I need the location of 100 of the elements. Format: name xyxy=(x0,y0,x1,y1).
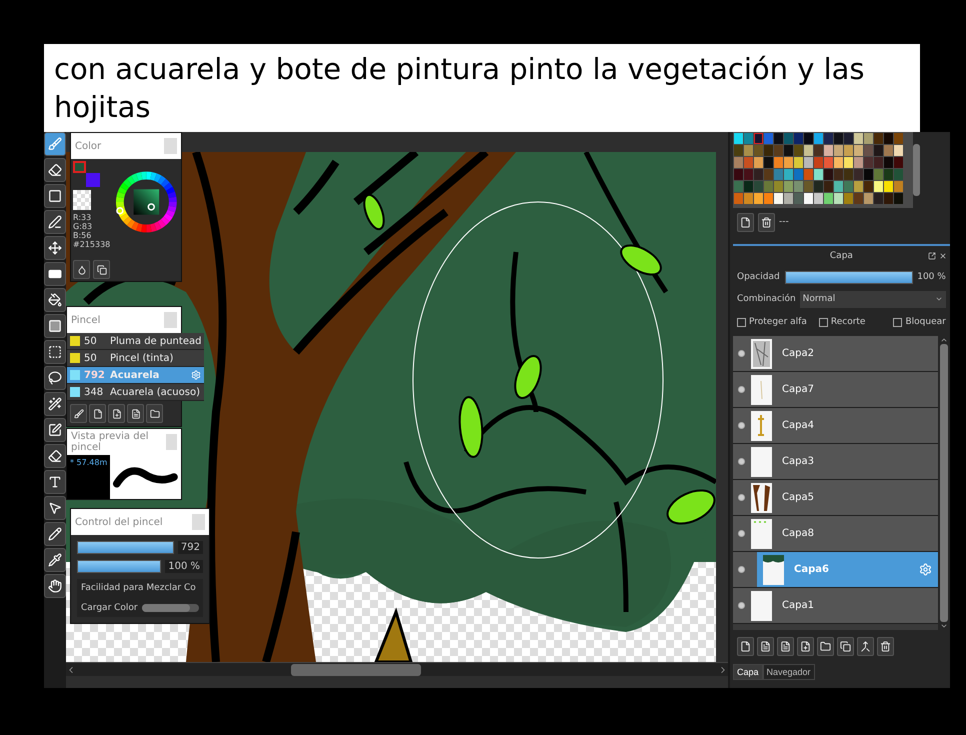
tool-button[interactable] xyxy=(44,288,66,312)
palette-swatch[interactable] xyxy=(754,133,763,144)
palette-swatch[interactable] xyxy=(794,145,803,156)
palette-swatch[interactable] xyxy=(774,157,783,168)
palette-swatch[interactable] xyxy=(804,181,813,192)
palette-swatch[interactable] xyxy=(764,193,773,204)
color-wheel[interactable] xyxy=(114,169,179,235)
palette-swatch[interactable] xyxy=(864,145,873,156)
palette-swatch[interactable] xyxy=(734,181,743,192)
scroll-down-icon[interactable] xyxy=(940,622,948,630)
panel-close-button[interactable] xyxy=(164,138,177,154)
tool-button[interactable] xyxy=(44,262,66,286)
panel-tab[interactable]: Navegador xyxy=(762,664,815,680)
tool-button[interactable] xyxy=(44,132,66,156)
palette-swatch[interactable] xyxy=(784,133,793,144)
brush-slider[interactable] xyxy=(77,541,174,554)
palette-swatch[interactable] xyxy=(824,145,833,156)
tool-button[interactable] xyxy=(44,574,66,598)
palette-swatch[interactable] xyxy=(854,169,863,180)
tool-button[interactable] xyxy=(44,548,66,572)
duplicate-layer-button[interactable] xyxy=(837,636,854,656)
palette-swatch[interactable] xyxy=(784,193,793,204)
new-layer-8bit-button[interactable] xyxy=(757,636,774,656)
close-icon[interactable] xyxy=(938,252,947,260)
palette-swatch[interactable] xyxy=(754,181,763,192)
visibility-dot[interactable] xyxy=(738,422,745,429)
palette-swatch[interactable] xyxy=(824,193,833,204)
palette-swatch[interactable] xyxy=(744,181,753,192)
option-slider[interactable] xyxy=(142,604,199,612)
palette-swatch[interactable] xyxy=(874,181,883,192)
palette-swatch[interactable] xyxy=(794,133,803,144)
panel-close-button[interactable] xyxy=(166,434,177,450)
palette-swatch[interactable] xyxy=(854,145,863,156)
palette-swatch[interactable] xyxy=(784,145,793,156)
palette-swatch[interactable] xyxy=(894,169,903,180)
new-layer-1bit-button[interactable] xyxy=(777,636,794,656)
palette-swatch[interactable] xyxy=(754,193,763,204)
palette-swatch[interactable] xyxy=(734,133,743,144)
tool-button[interactable] xyxy=(44,522,66,546)
layer-row[interactable]: Capa5 xyxy=(733,480,938,516)
palette-swatch[interactable] xyxy=(864,193,873,204)
palette-swatch[interactable] xyxy=(774,181,783,192)
tool-button[interactable] xyxy=(44,470,66,494)
palette-swatch[interactable] xyxy=(834,157,843,168)
horizontal-scrollbar-thumb[interactable] xyxy=(291,664,421,676)
palette-swatch[interactable] xyxy=(824,169,833,180)
palette-swatch[interactable] xyxy=(734,193,743,204)
new-palette-button[interactable] xyxy=(737,212,754,232)
palette-swatch[interactable] xyxy=(744,133,753,144)
palette-swatch[interactable] xyxy=(824,157,833,168)
layer-option-checkbox[interactable]: Bloquear xyxy=(893,317,946,327)
delete-palette-button[interactable] xyxy=(758,212,775,232)
palette-swatch[interactable] xyxy=(744,145,753,156)
palette-swatch[interactable] xyxy=(844,133,853,144)
visibility-dot[interactable] xyxy=(738,350,745,357)
palette-swatch[interactable] xyxy=(784,181,793,192)
palette-swatch[interactable] xyxy=(864,133,873,144)
brush-slider[interactable] xyxy=(77,560,162,573)
palette-swatch[interactable] xyxy=(814,169,823,180)
new-layer-button[interactable] xyxy=(737,636,754,656)
palette-swatch[interactable] xyxy=(804,133,813,144)
palette-swatch[interactable] xyxy=(734,169,743,180)
new-brush-button[interactable] xyxy=(89,404,106,423)
palette-button[interactable] xyxy=(73,260,90,279)
palette-swatch[interactable] xyxy=(824,133,833,144)
palette-swatch[interactable] xyxy=(804,157,813,168)
palette-swatch[interactable] xyxy=(734,157,743,168)
palette-swatch[interactable] xyxy=(814,145,823,156)
palette-swatch[interactable] xyxy=(864,169,873,180)
palette-swatch[interactable] xyxy=(864,157,873,168)
palette-swatch[interactable] xyxy=(894,133,903,144)
palette-swatch[interactable] xyxy=(794,181,803,192)
panel-tab[interactable]: Capa xyxy=(733,664,763,680)
brush-list-item[interactable]: 348 Acuarela (acuoso) xyxy=(67,384,204,401)
folder-button[interactable] xyxy=(146,404,163,423)
add-brush-button[interactable] xyxy=(108,404,125,423)
palette-swatch[interactable] xyxy=(754,145,763,156)
palette-swatch[interactable] xyxy=(844,169,853,180)
tool-button[interactable] xyxy=(44,444,66,468)
palette-swatch[interactable] xyxy=(744,193,753,204)
layer-option-checkbox[interactable]: Proteger alfa xyxy=(737,317,807,327)
palette-swatch[interactable] xyxy=(764,181,773,192)
visibility-dot[interactable] xyxy=(738,458,745,465)
palette-swatch[interactable] xyxy=(784,157,793,168)
palette-swatch[interactable] xyxy=(774,169,783,180)
layer-row[interactable]: Capa7 xyxy=(733,372,938,408)
swap-color-button[interactable] xyxy=(93,260,110,279)
tool-button[interactable] xyxy=(44,340,66,364)
palette-swatch[interactable] xyxy=(874,157,883,168)
brush-list-item[interactable]: 50 Pluma de puntead xyxy=(67,333,204,350)
palette-swatch[interactable] xyxy=(874,169,883,180)
tool-button[interactable] xyxy=(44,418,66,442)
palette-swatch[interactable] xyxy=(874,145,883,156)
palette-swatch[interactable] xyxy=(824,181,833,192)
palette-swatch[interactable] xyxy=(854,181,863,192)
palette-swatch[interactable] xyxy=(894,145,903,156)
palette-swatch[interactable] xyxy=(764,133,773,144)
layer-row[interactable]: Capa4 xyxy=(733,408,938,444)
palette-swatch[interactable] xyxy=(764,157,773,168)
palette-swatch[interactable] xyxy=(834,181,843,192)
